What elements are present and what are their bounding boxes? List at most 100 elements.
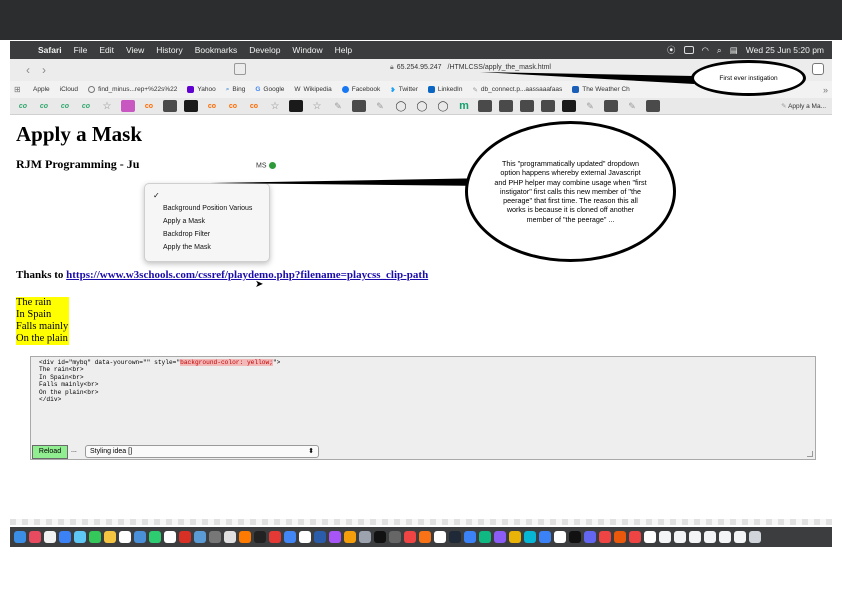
app-icon[interactable] (134, 531, 146, 543)
app-icon[interactable] (44, 531, 56, 543)
app-icon[interactable] (149, 531, 161, 543)
cc-icon[interactable]: co (58, 100, 72, 112)
square-icon[interactable] (646, 100, 660, 112)
mask-options-dropdown[interactable]: ✓ Background Position Various Apply a Ma… (144, 183, 270, 262)
resize-handle-icon[interactable] (807, 451, 813, 457)
star-icon[interactable]: ☆ (310, 100, 324, 112)
app-icon[interactable] (644, 531, 656, 543)
app-icon[interactable] (344, 531, 356, 543)
app-icon[interactable] (104, 531, 116, 543)
app-icon[interactable] (419, 531, 431, 543)
app-icon[interactable] (659, 531, 671, 543)
app-icon[interactable] (434, 531, 446, 543)
app-icon[interactable] (224, 531, 236, 543)
battery-icon[interactable] (683, 46, 694, 54)
more-favourites-icon[interactable]: » (823, 85, 832, 95)
app-icon[interactable] (374, 531, 386, 543)
star-icon[interactable]: ☆ (268, 100, 282, 112)
app-icon[interactable] (569, 531, 581, 543)
app-icon[interactable] (359, 531, 371, 543)
pen-icon[interactable]: ✎ (583, 100, 597, 112)
link-icon[interactable]: co (142, 100, 156, 112)
favourite-wikipedia[interactable]: W Wikipedia (294, 86, 331, 93)
favourite-apple[interactable]: Apple (33, 86, 50, 93)
app-icon[interactable] (509, 531, 521, 543)
menu-edit[interactable]: Edit (93, 45, 120, 55)
favourite-facebook[interactable]: Facebook (341, 86, 380, 93)
square-icon[interactable] (352, 100, 366, 112)
wifi-icon[interactable]: ◠ (702, 45, 709, 56)
cc-icon[interactable]: co (79, 100, 93, 112)
menu-view[interactable]: View (120, 45, 150, 55)
app-icon[interactable] (464, 531, 476, 543)
menu-develop[interactable]: Develop (243, 45, 286, 55)
app-icon[interactable] (629, 531, 641, 543)
clock[interactable]: Wed 25 Jun 5:20 pm (746, 45, 824, 55)
pen-icon[interactable]: ✎ (331, 100, 345, 112)
reload-button[interactable]: Reload (32, 445, 68, 459)
styling-idea-select[interactable]: Styling idea [] ⬍ (85, 445, 319, 458)
app-icon[interactable] (704, 531, 716, 543)
m-icon[interactable]: m (457, 100, 471, 112)
dropdown-option[interactable]: Backdrop Filter (145, 228, 269, 241)
app-icon[interactable] (74, 531, 86, 543)
app-icon[interactable] (164, 531, 176, 543)
toolbar-item-apply[interactable]: ✎ Apply a Ma... (781, 102, 832, 110)
app-icon[interactable] (314, 531, 326, 543)
app-icon[interactable] (479, 531, 491, 543)
menu-safari[interactable]: Safari (32, 45, 68, 55)
app-icon[interactable] (674, 531, 686, 543)
app-icon[interactable] (209, 531, 221, 543)
app-icon[interactable] (299, 531, 311, 543)
app-icon[interactable] (494, 531, 506, 543)
link-icon[interactable]: co (226, 100, 240, 112)
dropdown-option[interactable]: ✓ (145, 189, 269, 202)
app-icon[interactable] (599, 531, 611, 543)
app-icon[interactable] (562, 100, 576, 112)
app-icon[interactable] (89, 531, 101, 543)
finder-icon[interactable] (14, 531, 26, 543)
back-icon[interactable]: ‹ (20, 63, 36, 77)
app-icon[interactable] (734, 531, 746, 543)
dropdown-option[interactable]: Apply the Mask (145, 241, 269, 254)
address-field[interactable]: 🔒︎ 65.254.95.247/HTMLCSS/apply_the_mask.h… (390, 64, 551, 72)
app-icon[interactable] (449, 531, 461, 543)
trash-icon[interactable] (749, 531, 761, 543)
favourite-icloud[interactable]: iCloud (60, 86, 78, 93)
square-icon[interactable] (478, 100, 492, 112)
forward-icon[interactable]: › (36, 63, 52, 77)
sidebar-icon[interactable] (234, 63, 246, 75)
circle-icon[interactable]: ◯ (436, 100, 450, 112)
favourite-google[interactable]: G Google (255, 86, 284, 93)
app-icon[interactable] (404, 531, 416, 543)
link-icon[interactable]: co (247, 100, 261, 112)
picture-icon[interactable] (121, 100, 135, 112)
square-icon[interactable] (520, 100, 534, 112)
app-icon[interactable] (179, 531, 191, 543)
square-icon[interactable] (163, 100, 177, 112)
app-icon[interactable] (119, 531, 131, 543)
app-icon[interactable] (329, 531, 341, 543)
app-icon[interactable] (239, 531, 251, 543)
star-icon[interactable]: ☆ (100, 100, 114, 112)
cc-icon[interactable]: co (37, 100, 51, 112)
search-icon[interactable]: ⌕ (717, 45, 722, 56)
circle-icon[interactable]: ◯ (394, 100, 408, 112)
control-center-icon[interactable]: ▤ (730, 45, 738, 56)
app-icon[interactable] (289, 100, 303, 112)
record-icon[interactable]: ⦿ (667, 44, 676, 56)
app-icon[interactable] (389, 531, 401, 543)
app-icon[interactable] (284, 531, 296, 543)
app-icon[interactable] (554, 531, 566, 543)
square-icon[interactable] (604, 100, 618, 112)
favourite-weather[interactable]: The Weather Ch (572, 86, 630, 93)
pen-icon[interactable]: ✎ (625, 100, 639, 112)
favourite-linkedin[interactable]: LinkedIn (427, 86, 462, 93)
favourite-bing[interactable]: ⌕ Bing (226, 86, 246, 94)
app-icon[interactable] (539, 531, 551, 543)
app-icon[interactable] (254, 531, 266, 543)
pen-icon[interactable]: ✎ (373, 100, 387, 112)
app-icon[interactable] (614, 531, 626, 543)
favourite-yahoo[interactable]: Yahoo (187, 86, 216, 93)
menu-history[interactable]: History (150, 45, 188, 55)
